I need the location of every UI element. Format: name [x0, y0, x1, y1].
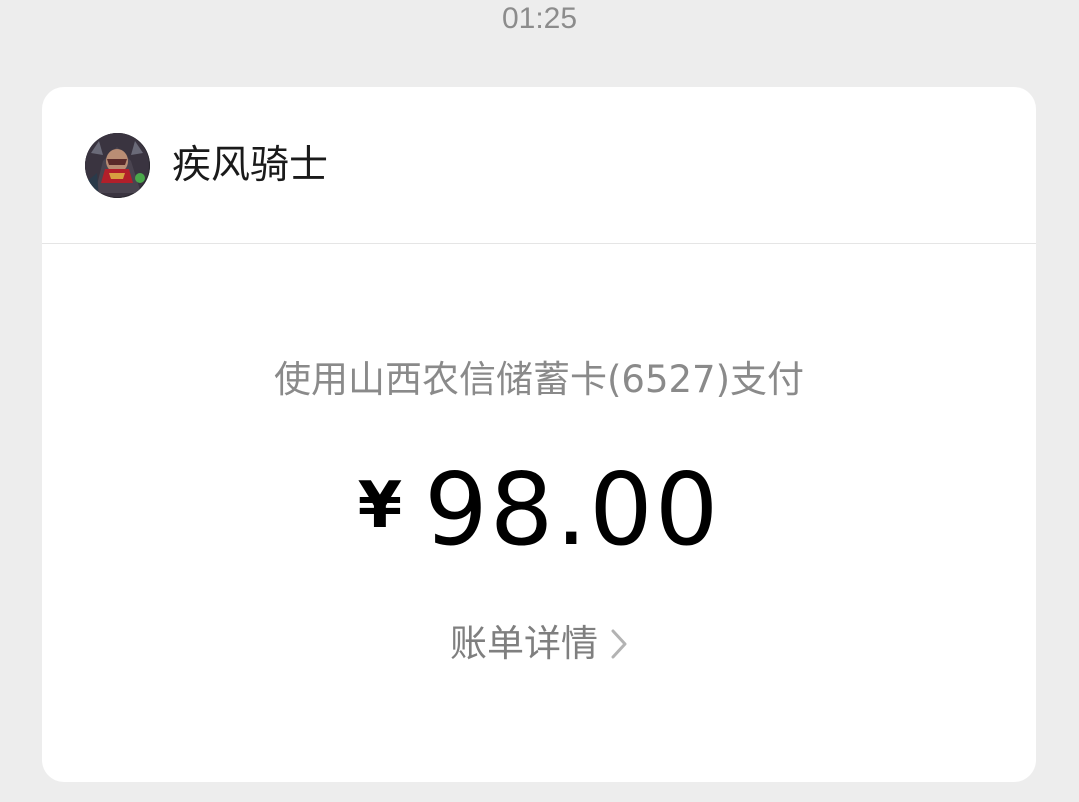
sender-name: 疾风骑士 [172, 143, 329, 188]
card-header: 疾风骑士 [42, 87, 1036, 244]
message-timestamp: 01:25 [501, 2, 578, 35]
payment-method: 使用山西农信储蓄卡(6527)支付 [273, 358, 805, 401]
payment-amount: 98.00 [424, 451, 721, 568]
currency-symbol: ¥ [357, 469, 403, 543]
chat-page: 01:25 疾风骑士 使用山西农信储蓄卡(6527)支付 ¥ 98.00 账单详… [0, 0, 1079, 802]
avatar[interactable] [85, 133, 150, 198]
payment-card[interactable]: 疾风骑士 使用山西农信储蓄卡(6527)支付 ¥98.00 账单详情 [42, 87, 1036, 782]
bill-detail-link[interactable]: 账单详情 [42, 619, 1036, 669]
amount-row: ¥98.00 [42, 455, 1036, 565]
bill-detail-label: 账单详情 [450, 622, 598, 665]
chevron-right-icon [611, 629, 627, 658]
avatar-knight-icon [85, 133, 150, 198]
